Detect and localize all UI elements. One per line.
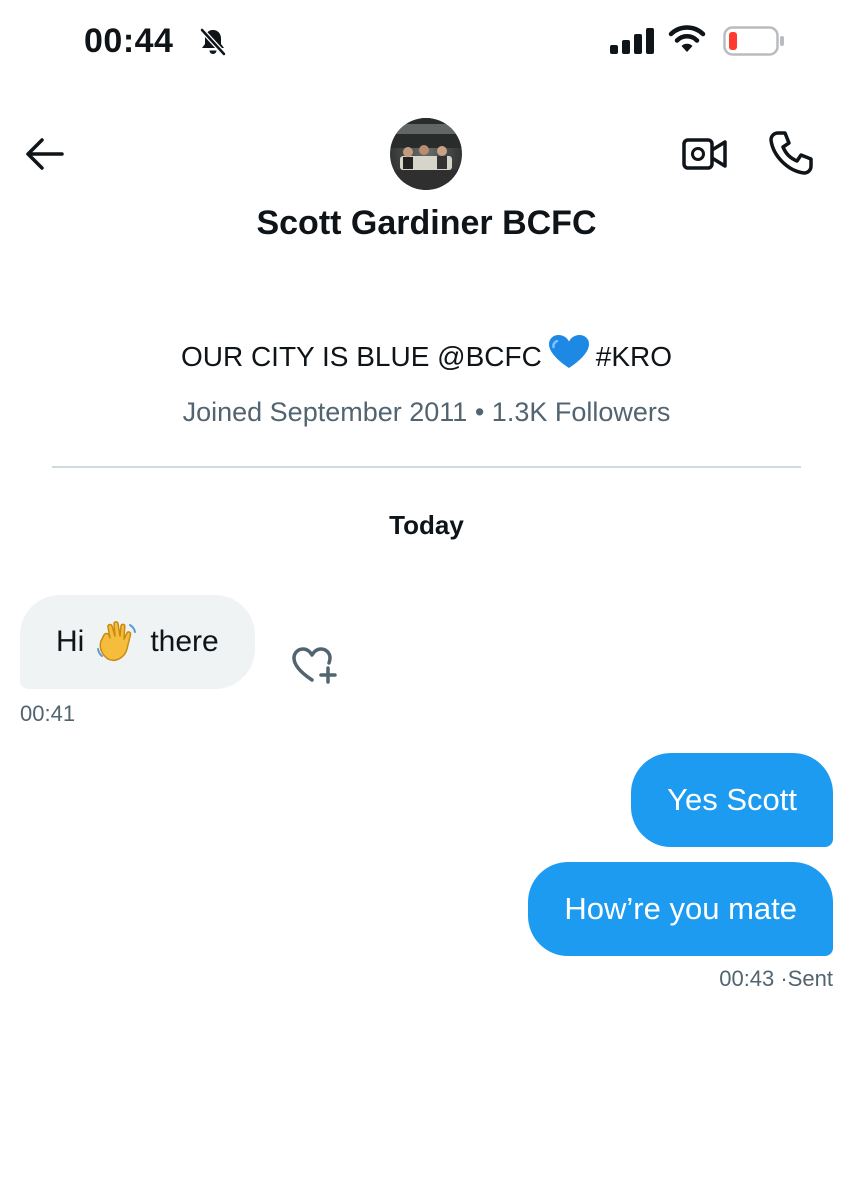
outgoing-message-bubble[interactable]: Yes Scott	[631, 753, 833, 847]
profile-meta: Joined September 2011 • 1.3K Followers	[0, 397, 853, 428]
video-call-icon[interactable]	[681, 134, 729, 174]
followers-count[interactable]: 1.3K Followers	[492, 397, 671, 427]
waving-hand-icon	[94, 619, 140, 665]
incoming-message-bubble[interactable]: Hi there	[20, 595, 255, 689]
meta-separator: ·	[780, 966, 788, 991]
profile-divider	[52, 466, 801, 468]
incoming-message-time: 00:41	[20, 701, 76, 726]
bio-text: OUR CITY IS BLUE @BCFC	[180, 341, 542, 372]
contact-bio: OUR CITY IS BLUE @BCFC #KRO	[0, 334, 853, 373]
meta-separator: •	[474, 397, 485, 427]
contact-name[interactable]: Scott Gardiner BCFC	[0, 204, 853, 243]
outgoing-message-meta: 00:43 ·Sent	[719, 966, 833, 992]
message-text-start: Hi	[56, 625, 85, 658]
contact-avatar[interactable]	[390, 118, 462, 190]
blue-heart-icon	[548, 334, 590, 370]
delivery-status: Sent	[787, 966, 833, 991]
message-text: How’re you mate	[564, 891, 797, 926]
wifi-icon	[668, 24, 706, 54]
outgoing-message-time: 00:43	[719, 966, 775, 991]
date-separator: Today	[389, 510, 464, 540]
back-arrow-icon[interactable]	[22, 134, 66, 174]
cellular-signal-icon	[610, 28, 656, 54]
status-time: 00:44	[84, 22, 174, 60]
outgoing-message-bubble[interactable]: How’re you mate	[528, 862, 833, 956]
bio-hashtag[interactable]: #KRO	[596, 341, 672, 372]
battery-low-icon	[723, 26, 785, 56]
phone-call-icon[interactable]	[766, 128, 816, 178]
bell-muted-icon	[197, 26, 229, 58]
add-reaction-icon[interactable]	[290, 644, 340, 686]
message-text-end: there	[150, 625, 219, 658]
message-text: Yes Scott	[667, 782, 797, 817]
joined-date: Joined September 2011	[182, 397, 468, 427]
